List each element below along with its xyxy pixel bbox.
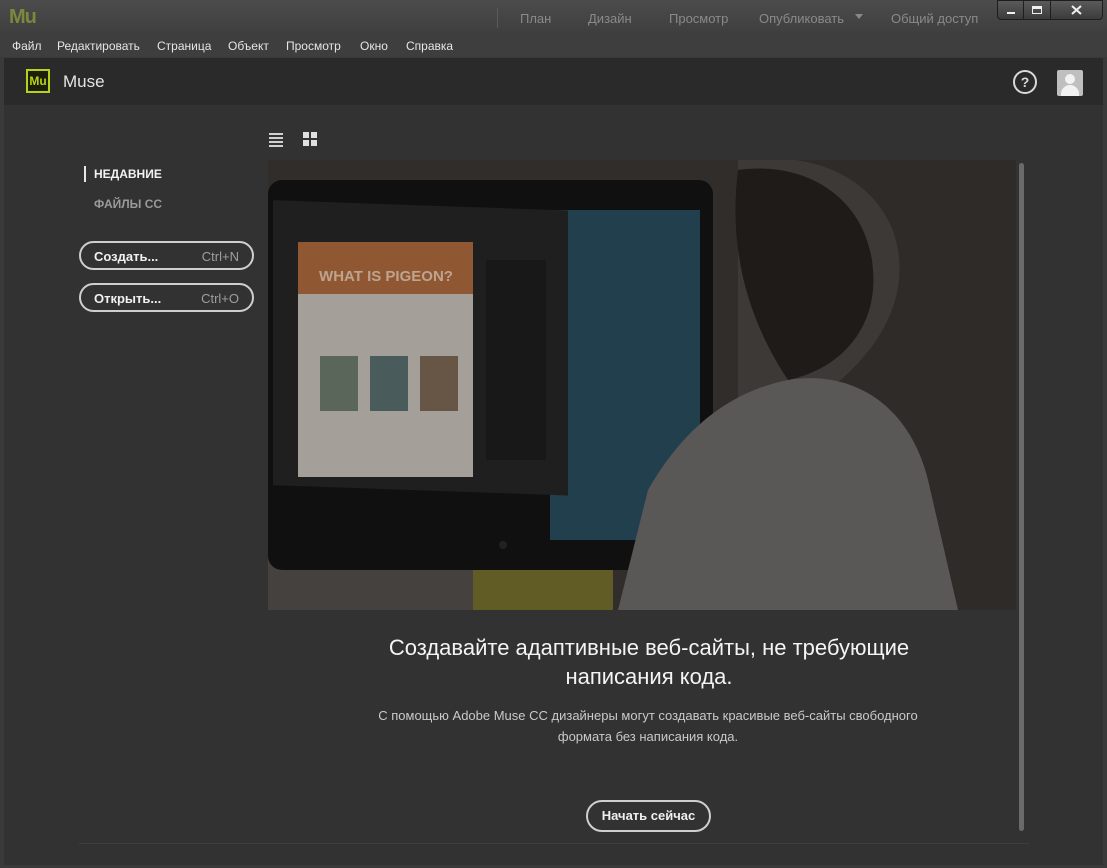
menu-file[interactable]: Файл (12, 39, 42, 53)
menu-view[interactable]: Просмотр (286, 39, 341, 53)
workspace-design[interactable]: Дизайн (588, 11, 632, 26)
create-button[interactable]: Создать... Ctrl+N (79, 241, 254, 270)
scrollbar[interactable] (1019, 163, 1024, 831)
promo-subtext-line2: формата без написания кода. (557, 729, 739, 744)
menu-object[interactable]: Объект (228, 39, 269, 53)
maximize-button[interactable] (1023, 0, 1051, 20)
minimize-icon (1007, 12, 1015, 14)
muse-logo-icon: Mu (26, 69, 50, 93)
open-button[interactable]: Открыть... Ctrl+O (79, 283, 254, 312)
bottom-divider (79, 843, 1029, 844)
menu-window[interactable]: Окно (360, 39, 388, 53)
promo-headline-line1: Создавайте адаптивные веб-сайты, не треб… (388, 635, 910, 660)
menu-help[interactable]: Справка (406, 39, 453, 53)
welcome-panel: НЕДАВНИЕ ФАЙЛЫ CC Создать... Ctrl+N Откр… (4, 105, 1103, 865)
open-shortcut: Ctrl+O (201, 291, 239, 306)
create-shortcut: Ctrl+N (201, 249, 239, 264)
menu-page[interactable]: Страница (157, 39, 211, 53)
close-button[interactable] (1050, 0, 1103, 20)
close-icon (1071, 5, 1082, 15)
app-title: Muse (63, 72, 105, 91)
workspace-publish[interactable]: Опубликовать (759, 11, 844, 26)
workspace-share[interactable]: Общий доступ (891, 11, 978, 26)
create-label: Создать... (94, 249, 159, 264)
app-header: Mu Muse ? (4, 58, 1103, 105)
nav-selected-marker (84, 166, 86, 182)
avatar-body (1061, 85, 1079, 96)
minimize-button[interactable] (997, 0, 1024, 20)
start-now-button[interactable]: Начать сейчас (586, 800, 711, 832)
workspace-plan[interactable]: План (520, 11, 551, 26)
help-icon[interactable]: ? (1013, 70, 1037, 94)
title-bar: Mu План Дизайн Просмотр Опубликовать Общ… (0, 0, 1107, 35)
avatar-head (1065, 74, 1075, 84)
publish-dropdown-icon[interactable] (855, 14, 863, 19)
app-logo: Mu (9, 6, 37, 28)
workspace-divider (497, 8, 498, 28)
grid-view-icon[interactable] (303, 132, 317, 146)
user-avatar-icon[interactable] (1057, 70, 1083, 96)
list-view-icon[interactable] (269, 133, 283, 147)
promo-subtext: С помощью Adobe Muse CC дизайнеры могут … (348, 705, 948, 747)
menu-bar: Файл Редактировать Страница Объект Просм… (0, 35, 1107, 57)
promo-headline: Создавайте адаптивные веб-сайты, не треб… (268, 633, 1030, 691)
workspace-preview[interactable]: Просмотр (669, 11, 728, 26)
maximize-icon (1032, 6, 1042, 14)
open-label: Открыть... (94, 291, 162, 306)
promo-subtext-line1: С помощью Adobe Muse CC дизайнеры могут … (378, 708, 918, 723)
hero-image: WHAT IS PIGEON? (268, 160, 1016, 610)
nav-recent[interactable]: НЕДАВНИЕ (94, 167, 162, 181)
nav-cc-files[interactable]: ФАЙЛЫ CC (94, 197, 162, 211)
menu-edit[interactable]: Редактировать (57, 39, 140, 53)
hero-illustration: WHAT IS PIGEON? (268, 160, 1016, 610)
promo-headline-line2: написания кода. (565, 664, 733, 689)
